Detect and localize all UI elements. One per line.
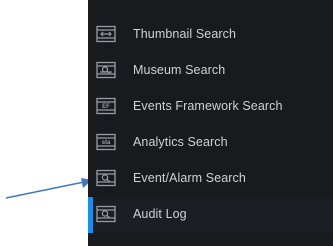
- analytics-icon-text: sta: [102, 140, 111, 146]
- analytics-search-icon: sta: [96, 133, 116, 151]
- menu-item-events-framework-search[interactable]: EF Events Framework Search: [88, 89, 333, 125]
- events-framework-icon: EF: [96, 97, 116, 115]
- menu-item-label: Thumbnail Search: [133, 27, 237, 41]
- menu-item-analytics-search[interactable]: sta Analytics Search: [88, 125, 333, 161]
- audit-log-icon: [96, 205, 116, 223]
- menu-item-thumbnail-search[interactable]: Thumbnail Search: [88, 17, 333, 53]
- menu-item-label: Events Framework Search: [133, 99, 283, 113]
- menu-item-label: Analytics Search: [133, 135, 228, 149]
- search-menu: Thumbnail Search Museum Search EF Events…: [88, 0, 333, 246]
- events-framework-icon-text: EF: [102, 104, 110, 110]
- menu-item-label: Event/Alarm Search: [133, 171, 246, 185]
- menu-item-label: Museum Search: [133, 63, 226, 77]
- event-alarm-search-icon: [96, 169, 116, 187]
- menu-item-label: Audit Log: [133, 207, 187, 221]
- menu-item-event-alarm-search[interactable]: Event/Alarm Search: [88, 161, 333, 197]
- menu-item-audit-log[interactable]: Audit Log: [88, 197, 333, 233]
- thumbnail-search-icon: [96, 25, 116, 43]
- menu-item-museum-search[interactable]: Museum Search: [88, 53, 333, 89]
- museum-search-icon: [96, 61, 116, 79]
